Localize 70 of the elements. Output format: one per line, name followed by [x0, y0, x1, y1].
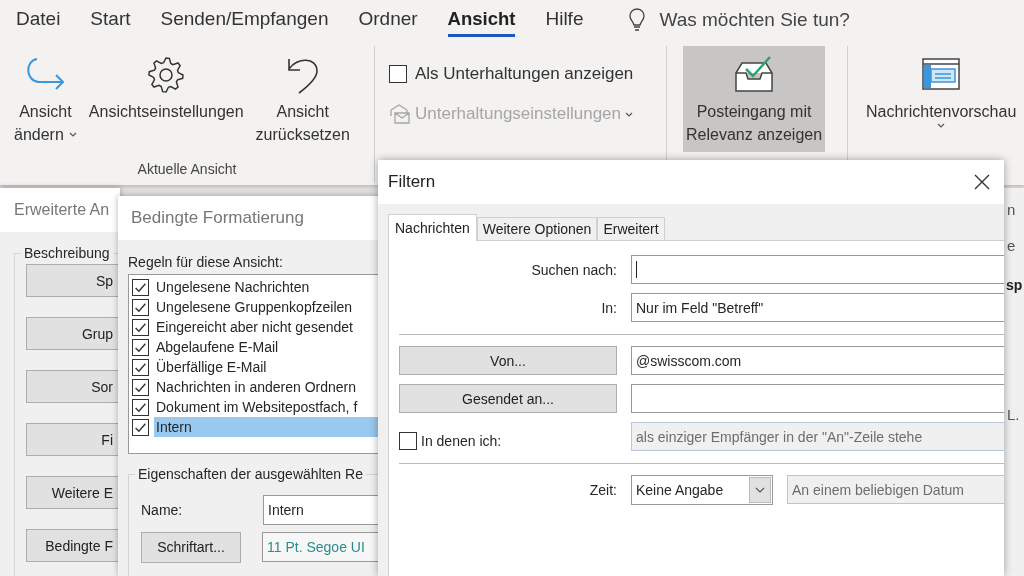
text-fragment: sp: [1005, 276, 1023, 295]
sent-to-field[interactable]: [631, 384, 1004, 413]
window-title: Erweiterte An: [0, 188, 120, 232]
checkbox[interactable]: [132, 358, 149, 376]
checkbox[interactable]: [132, 298, 149, 316]
rule-item[interactable]: Ungelesene Gruppenkopfzeilen: [154, 297, 382, 317]
group-label: Eigenschaften der ausgewählten Re: [135, 466, 366, 482]
text-fragment: L.: [1006, 405, 1020, 425]
dialog-button[interactable]: Grup: [26, 317, 120, 350]
ribbon-button[interactable]: Ansicht ändern: [10, 46, 81, 150]
menu-tab[interactable]: Start: [90, 7, 131, 37]
rule-item[interactable]: Nachrichten in anderen Ordnern: [154, 377, 382, 397]
lightbulb-icon: [629, 8, 646, 32]
from-field[interactable]: @swisscom.com: [631, 346, 1004, 375]
checkbox[interactable]: [399, 431, 417, 450]
checkbox[interactable]: [132, 378, 149, 396]
checkbox[interactable]: [132, 418, 149, 436]
font-button[interactable]: Schriftart...: [141, 531, 241, 563]
dialog-button[interactable]: Weitere E: [26, 476, 120, 509]
checkbox-label[interactable]: In denen ich:: [421, 432, 502, 449]
dialog-tab[interactable]: Nachrichten: [388, 214, 477, 241]
menu-tab[interactable]: Hilfe: [545, 7, 584, 37]
search-scope-field[interactable]: Nur im Feld "Betreff": [631, 293, 1004, 322]
ribbon-button[interactable]: Ansicht zurücksetzen: [251, 46, 354, 150]
search-prompt[interactable]: Was möchten Sie tun?: [659, 9, 850, 31]
text-fragment: n: [1006, 200, 1016, 220]
menu-tab[interactable]: Ansicht: [447, 7, 516, 37]
field-label: Suchen nach:: [530, 261, 617, 278]
ribbon-button[interactable]: Ansichtseinstellungen: [84, 46, 248, 127]
time-dropdown[interactable]: Keine Angabe: [631, 475, 773, 505]
rule-item[interactable]: Überfällige E-Mail: [154, 357, 382, 377]
menu-tab[interactable]: Senden/Empfangen: [160, 7, 329, 37]
dialog-button[interactable]: Bedingte F: [26, 529, 120, 562]
field-label: In:: [600, 299, 617, 316]
checkbox[interactable]: [132, 398, 149, 416]
checkbox[interactable]: [389, 65, 407, 83]
rule-item[interactable]: Abgelaufene E-Mail: [154, 337, 382, 357]
rule-item[interactable]: Eingereicht aber nicht gesendet: [154, 317, 382, 337]
checkbox[interactable]: [132, 338, 149, 356]
menu-tab[interactable]: Datei: [16, 7, 61, 37]
checkbox-label[interactable]: Als Unterhaltungen anzeigen: [415, 64, 634, 84]
dialog-button[interactable]: Sor: [26, 370, 120, 403]
date-field[interactable]: An einem beliebigen Datum: [787, 475, 1004, 504]
dialog-tab[interactable]: Weitere Optionen: [476, 217, 598, 240]
close-icon[interactable]: [974, 174, 990, 190]
text-fragment: e: [1006, 236, 1016, 256]
checkbox[interactable]: [132, 318, 149, 336]
window-title: Filtern: [388, 172, 436, 192]
from-button[interactable]: Von...: [399, 346, 617, 375]
rule-item[interactable]: Dokument im Websitepostfach, f: [154, 397, 382, 417]
dialog-tab[interactable]: Erweitert: [597, 217, 665, 240]
text-cursor: [636, 261, 637, 278]
menu-tab[interactable]: Ordner: [358, 7, 418, 37]
ribbon-button[interactable]: Nachrichtenvorschau: [862, 46, 1021, 132]
field-label: Zeit:: [588, 482, 617, 498]
list-label: Regeln für diese Ansicht:: [128, 254, 284, 270]
dialog-button[interactable]: Fi: [26, 423, 120, 456]
group-label: Aktuelle Ansicht: [136, 161, 238, 179]
recipient-field[interactable]: als einziger Empfänger in der "An"-Zeile stehe: [631, 422, 1004, 451]
rule-item[interactable]: Ungelesene Nachrichten: [154, 277, 382, 297]
chevron-down-icon: [755, 487, 765, 493]
sent-to-button[interactable]: Gesendet an...: [399, 384, 617, 413]
group-label: Beschreibung: [21, 245, 113, 261]
field-label: Name:: [141, 502, 184, 518]
checkbox[interactable]: [132, 278, 149, 296]
envelopes-icon: [389, 104, 411, 124]
ribbon-button[interactable]: Posteingang mit Relevanz anzeigen: [683, 46, 826, 152]
search-field[interactable]: [631, 255, 1004, 284]
gear-icon: [146, 55, 187, 95]
dialog-button[interactable]: Sp: [26, 264, 120, 297]
